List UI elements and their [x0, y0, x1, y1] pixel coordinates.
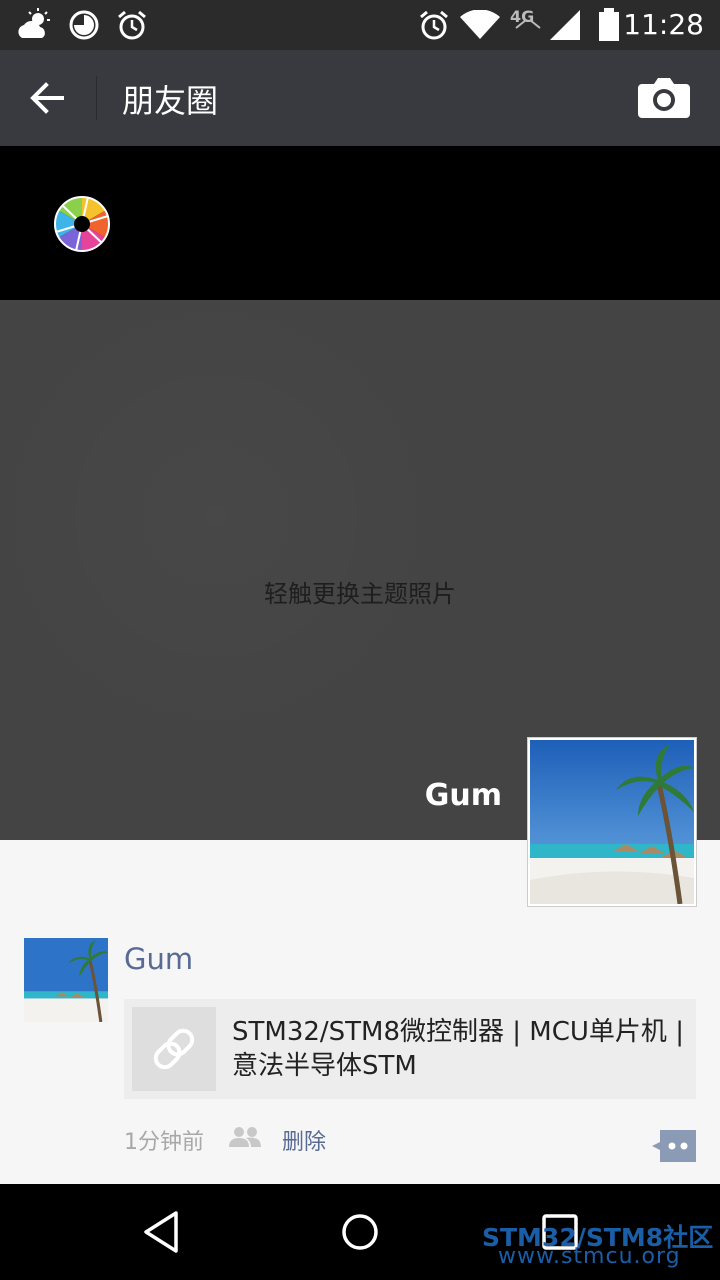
profile-avatar[interactable] — [528, 738, 696, 906]
delete-button[interactable]: 删除 — [282, 1124, 326, 1156]
camera-icon — [638, 78, 690, 118]
wifi-icon — [460, 10, 500, 39]
beach-photo — [24, 938, 108, 1022]
back-button[interactable] — [18, 68, 78, 128]
page-title: 朋友圈 — [122, 82, 219, 120]
profile-username[interactable]: Gum — [425, 778, 502, 813]
shared-link-card[interactable]: STM32/STM8微控制器 | MCU单片机 | 意法半导体STM — [124, 999, 696, 1099]
weather-icon — [18, 8, 50, 38]
comment-icon — [652, 1130, 696, 1162]
post-username[interactable]: Gum — [124, 942, 193, 976]
status-time: 11:28 — [623, 8, 704, 41]
data-saver-icon — [69, 10, 99, 40]
system-nav-bar: STM32/STM8社区 www.stmcu.org — [0, 1184, 720, 1280]
nav-back-icon[interactable] — [140, 1210, 182, 1254]
action-bar: 朋友圈 — [0, 50, 720, 146]
beach-photo — [530, 740, 694, 904]
link-title: STM32/STM8微控制器 | MCU单片机 | 意法半导体STM — [232, 1017, 684, 1081]
header-divider — [96, 76, 97, 120]
alarm-icon — [118, 10, 146, 40]
link-thumbnail — [132, 1007, 216, 1091]
alarm-icon — [420, 10, 448, 40]
link-icon — [153, 1028, 195, 1070]
battery-icon — [599, 8, 619, 41]
post-avatar[interactable] — [24, 938, 108, 1022]
refresh-area — [0, 146, 720, 300]
watermark-url: www.stmcu.org — [498, 1244, 681, 1269]
signal-icon: 4G — [510, 7, 580, 40]
back-arrow-icon — [30, 82, 64, 114]
comment-button[interactable] — [652, 1130, 696, 1162]
post-timestamp: 1分钟前 — [124, 1130, 204, 1155]
camera-button[interactable] — [634, 70, 694, 126]
moments-aperture-icon — [54, 196, 110, 252]
friends-visibility-icon — [229, 1127, 261, 1147]
moment-post: Gum STM32/STM8微控制器 | MCU单片机 | 意法半导体STM 1… — [0, 920, 720, 1182]
cover-hint: 轻触更换主题照片 — [264, 580, 456, 608]
status-bar: 4G 11:28 — [0, 0, 720, 50]
nav-home-icon[interactable] — [340, 1212, 380, 1252]
